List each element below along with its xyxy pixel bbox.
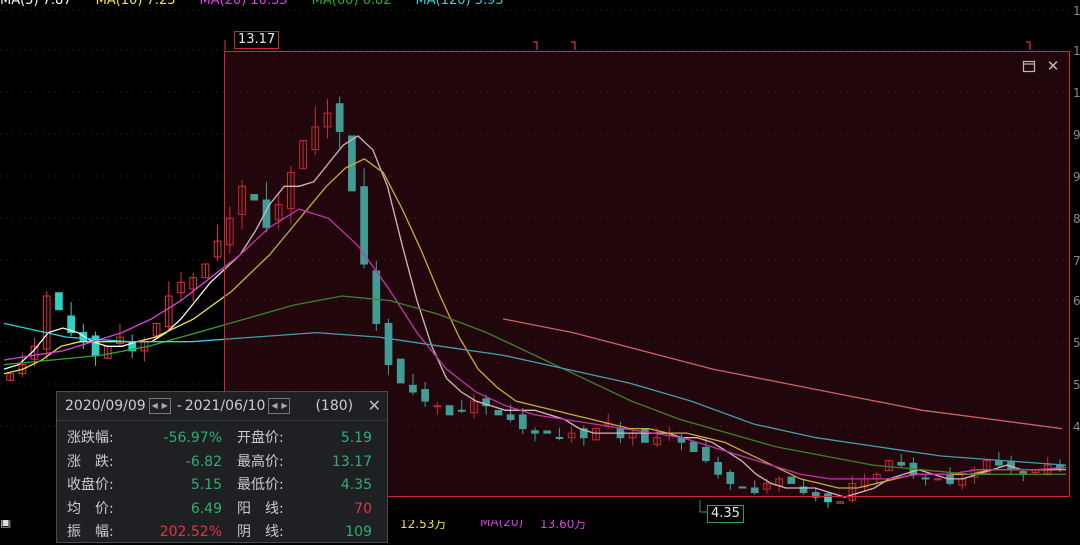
ma-legend-strip: MA(5) 7.87 MA(10) 7.25 MA(20) 10.35 MA(60) … [0, 0, 1080, 12]
stat-label: 涨跌幅: [67, 430, 114, 446]
restore-window-icon[interactable] [1021, 58, 1037, 74]
event-marker [571, 41, 576, 50]
start-date: 2020/09/09 [65, 398, 146, 414]
candle-body [55, 292, 63, 311]
close-icon[interactable]: ✕ [1045, 57, 1061, 75]
price-axis-tick: 5 [1073, 378, 1080, 392]
stat-value: 6.49 [190, 500, 222, 517]
vol-ma-label: MA(20) [480, 520, 524, 529]
ma-legend-item: MA(5) 7.87 [0, 0, 72, 8]
range-high-tag: 13.17 [234, 31, 280, 49]
low-pointer [699, 500, 707, 513]
stat-value: 70 [354, 500, 372, 517]
stat-value: -6.82 [185, 453, 222, 470]
volume-ma-strip: ▣ 12.53万 MA(20) 13.60万 [0, 520, 1080, 532]
stat-value: 4.35 [340, 477, 372, 493]
stat-label: 阳 线: [237, 500, 284, 517]
price-axis-tick: 4 [1073, 420, 1080, 434]
stat-label: 涨 跌: [67, 453, 114, 470]
ma-legend-item: MA(20) 10.35 [199, 0, 288, 8]
strip-icon: ▣ [0, 520, 12, 529]
ma-legend-item: MA(60) 6.82 [311, 0, 392, 8]
stat-label: 开盘价: [237, 430, 284, 446]
end-date: 2021/06/10 [184, 398, 266, 414]
price-axis-tick: 6 [1073, 294, 1080, 308]
end-date-stepper[interactable]: ◀ ▶ [268, 398, 291, 414]
price-axis: 1 1 1 9 9 8 7 6 5 5 4 [1071, 0, 1080, 532]
stat-value: -56.97% [163, 430, 222, 446]
start-date-stepper[interactable]: ◀ ▶ [148, 398, 171, 414]
stat-value: 13.17 [331, 453, 372, 470]
event-marker [1026, 41, 1031, 50]
next-arrow-icon[interactable]: ▶ [279, 399, 289, 413]
vol-value-a: 12.53万 [400, 520, 447, 531]
stat-value: 5.15 [190, 477, 222, 493]
ma-legend-item: MA(120) 5.95 [415, 0, 504, 8]
price-axis-tick: 1 [1073, 44, 1080, 58]
prev-arrow-icon[interactable]: ◀ [150, 399, 160, 413]
price-axis-tick: 7 [1073, 254, 1080, 268]
price-axis-tick: 9 [1073, 128, 1080, 142]
stat-label: 均 价: [67, 500, 114, 517]
price-axis-tick: 9 [1073, 170, 1080, 184]
stat-label: 最高价: [237, 453, 284, 470]
date-separator: - [176, 398, 182, 414]
price-axis-tick: 1 [1073, 86, 1080, 100]
event-marker [533, 41, 538, 50]
prev-arrow-icon[interactable]: ◀ [269, 399, 279, 413]
stat-label: 收盘价: [67, 477, 114, 493]
price-axis-tick: 1 [1073, 4, 1080, 18]
price-axis-tick: 5 [1073, 336, 1080, 350]
stat-value: 5.19 [340, 430, 372, 446]
ma-legend-item: MA(10) 7.25 [95, 0, 176, 8]
next-arrow-icon[interactable]: ▶ [160, 399, 170, 413]
stat-label: 最低价: [237, 477, 284, 493]
bar-count: (180) [315, 398, 354, 414]
vol-value-b: 13.60万 [540, 520, 587, 531]
price-axis-tick: 8 [1073, 212, 1080, 226]
close-icon[interactable]: ✕ [368, 396, 381, 415]
